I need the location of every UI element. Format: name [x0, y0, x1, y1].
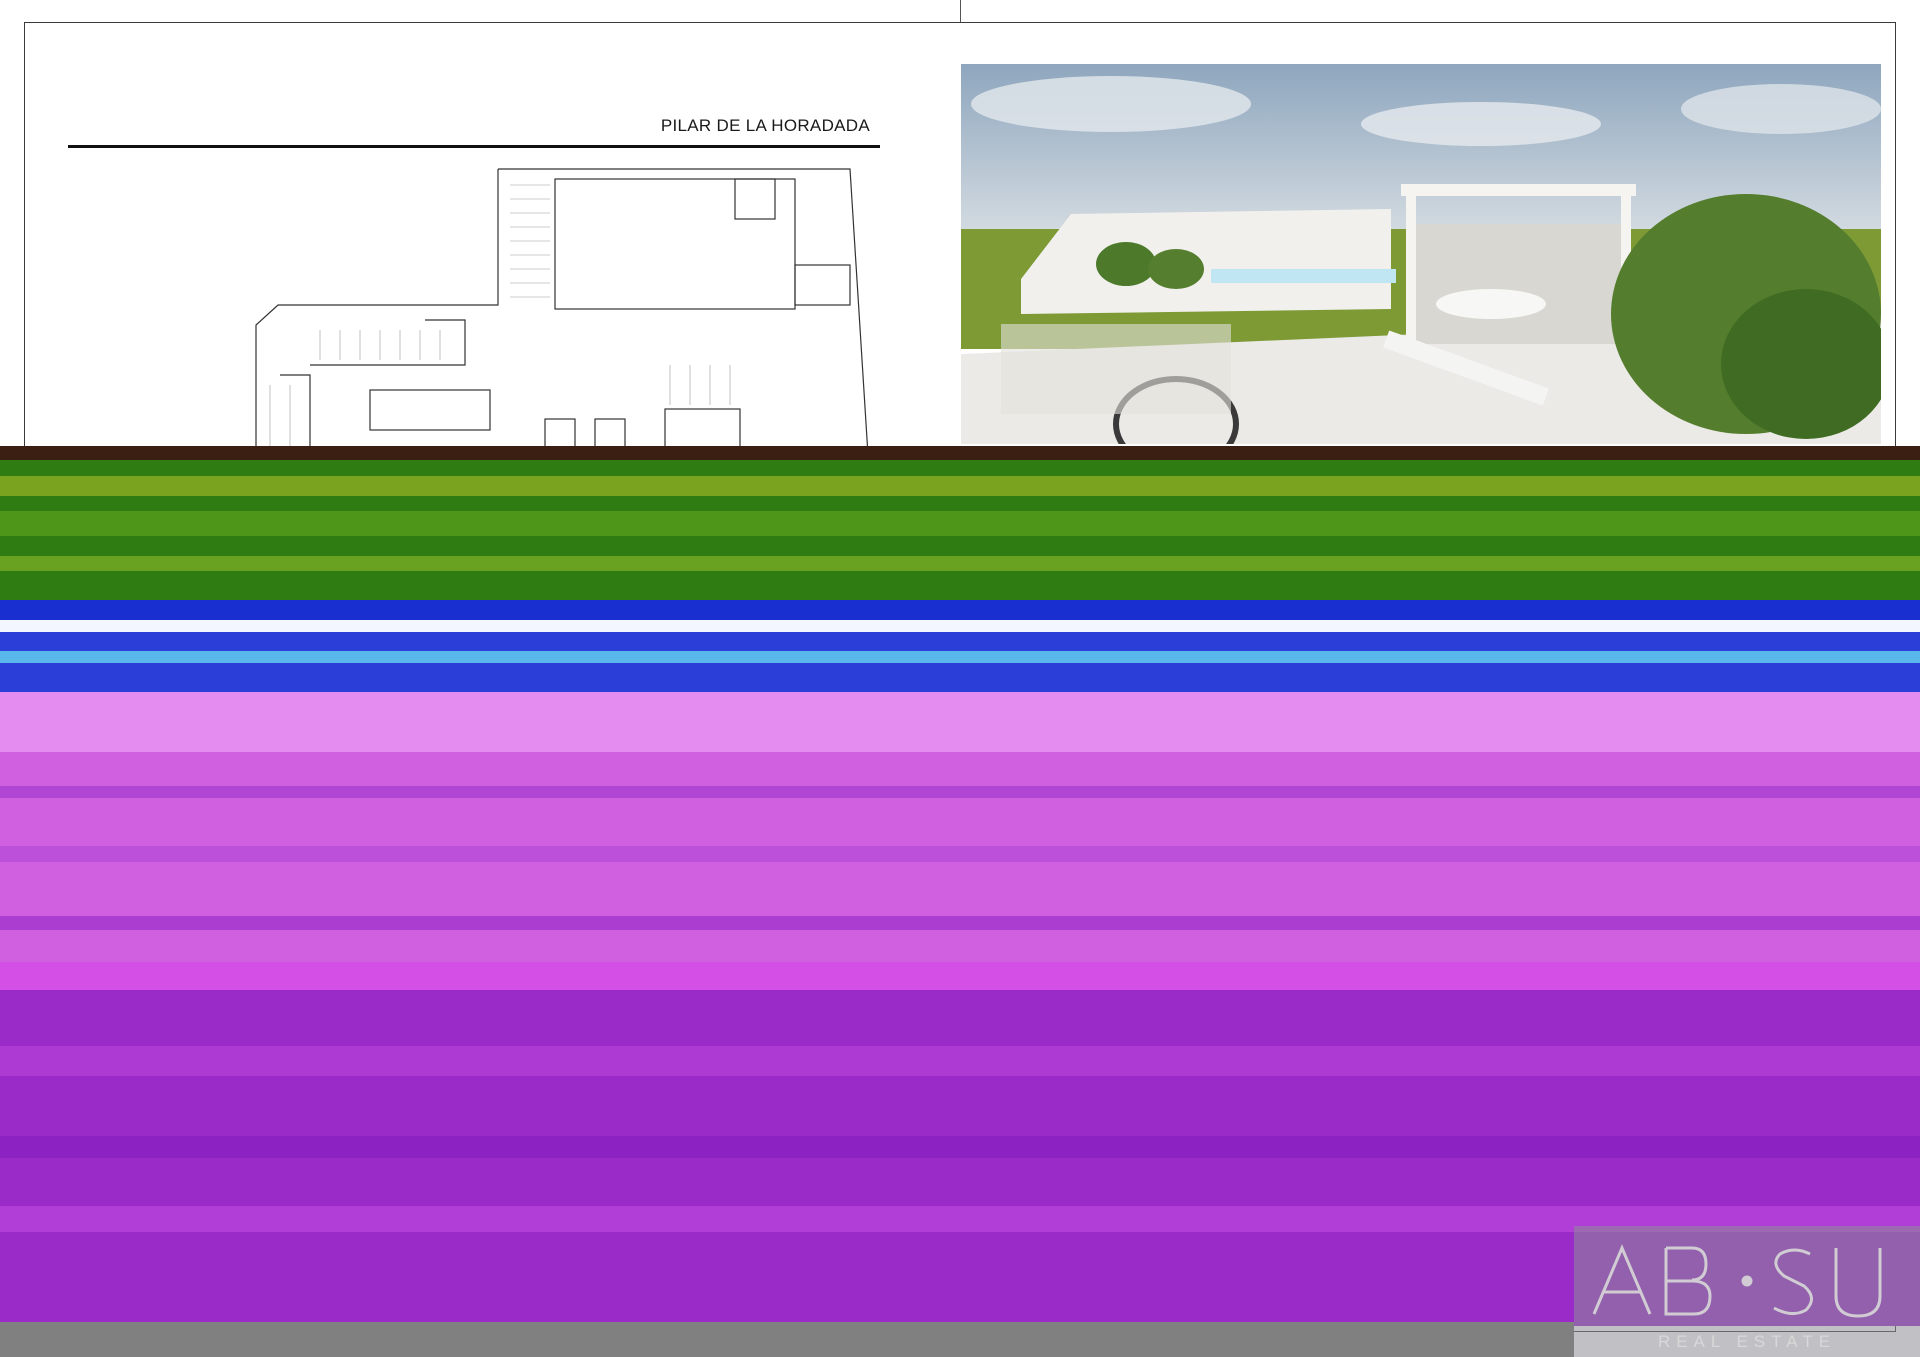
terrace-render-image: [961, 64, 1881, 444]
logo-subtitle: REAL ESTATE: [1657, 1332, 1837, 1351]
document-title: PILAR DE LA HORADADA: [660, 116, 870, 135]
company-logo: REAL ESTATE: [1574, 1226, 1920, 1357]
floor-plan-drawing: [255, 168, 869, 455]
corrupted-image-region: [0, 446, 1920, 1326]
title-underline: [68, 145, 880, 148]
bottom-bar: [0, 1322, 1574, 1357]
page-divider: [960, 0, 961, 22]
